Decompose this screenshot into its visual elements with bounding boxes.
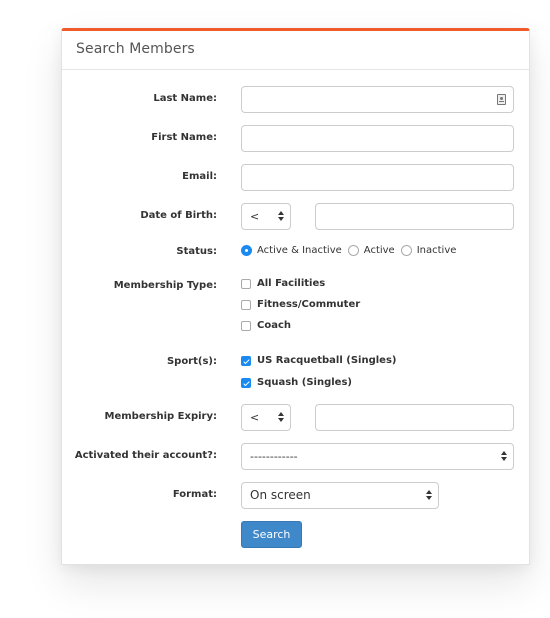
activated-account-label: Activated their account?: bbox=[74, 450, 217, 461]
activated-account-select[interactable]: ------------ bbox=[241, 443, 514, 470]
status-option-active-inactive[interactable]: Active & Inactive bbox=[241, 245, 342, 256]
membership-type-label: Membership Type: bbox=[113, 280, 217, 291]
membership-type-option[interactable]: All Facilities bbox=[241, 278, 325, 289]
last-name-label: Last Name: bbox=[153, 93, 217, 104]
radio-selected-icon[interactable] bbox=[241, 245, 252, 256]
checkbox-icon[interactable] bbox=[241, 299, 251, 310]
sport-option[interactable]: US Racquetball (Singles) bbox=[241, 355, 396, 366]
search-members-panel: Search Members Last Name: First Name: Em… bbox=[61, 28, 530, 565]
status-label: Status: bbox=[176, 246, 217, 257]
date-of-birth-label: Date of Birth: bbox=[140, 210, 217, 221]
radio-icon[interactable] bbox=[347, 245, 359, 256]
last-name-input[interactable] bbox=[241, 86, 514, 113]
date-of-birth-input[interactable] bbox=[315, 203, 514, 230]
status-option-active[interactable]: Active bbox=[347, 245, 395, 256]
sports-label: Sport(s): bbox=[166, 356, 217, 367]
membership-type-option[interactable]: Coach bbox=[241, 320, 291, 331]
format-label: Format: bbox=[172, 489, 217, 500]
date-of-birth-operator-select[interactable]: < bbox=[241, 203, 291, 230]
radio-icon[interactable] bbox=[400, 245, 412, 256]
first-name-label: First Name: bbox=[151, 132, 217, 143]
contact-card-icon[interactable] bbox=[497, 94, 506, 105]
status-option-inactive[interactable]: Inactive bbox=[400, 245, 456, 256]
membership-expiry-operator-select[interactable]: < bbox=[241, 404, 291, 431]
select-arrows-icon bbox=[501, 451, 507, 462]
status-radio-group: Active & Inactive Active Inactive bbox=[241, 245, 462, 256]
sport-option[interactable]: Squash (Singles) bbox=[241, 377, 352, 388]
checkbox-checked-icon[interactable] bbox=[241, 355, 251, 366]
checkbox-icon[interactable] bbox=[241, 278, 251, 289]
membership-type-option[interactable]: Fitness/Commuter bbox=[241, 299, 360, 310]
search-button[interactable]: Search bbox=[241, 521, 302, 548]
membership-expiry-input[interactable] bbox=[315, 404, 514, 431]
email-input[interactable] bbox=[241, 164, 514, 191]
first-name-input[interactable] bbox=[241, 125, 514, 152]
select-arrows-icon bbox=[278, 412, 284, 423]
membership-expiry-label: Membership Expiry: bbox=[104, 411, 217, 422]
panel-title: Search Members bbox=[62, 31, 529, 70]
checkbox-icon[interactable] bbox=[241, 320, 251, 331]
email-label: Email: bbox=[182, 171, 217, 182]
select-arrows-icon bbox=[278, 211, 284, 222]
checkbox-checked-icon[interactable] bbox=[241, 377, 251, 388]
format-select[interactable]: On screen bbox=[241, 482, 439, 509]
select-arrows-icon bbox=[426, 490, 432, 501]
